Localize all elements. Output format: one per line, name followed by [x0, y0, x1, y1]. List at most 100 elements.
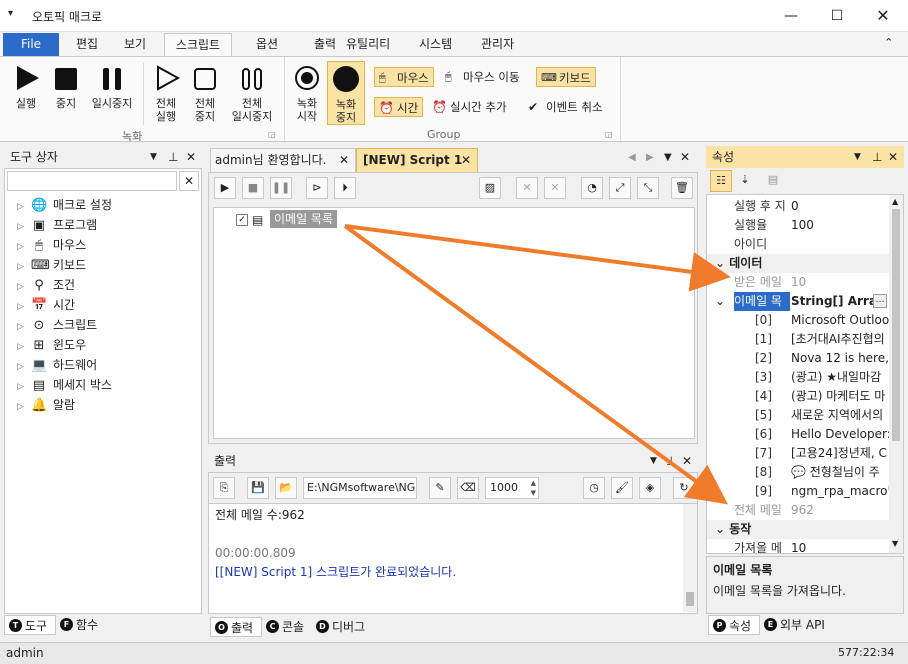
run-button[interactable]: 실행 — [8, 61, 44, 125]
save-icon[interactable]: 💾 — [247, 477, 269, 499]
email-item[interactable]: [9] ngm_rpa_macro님 — [707, 482, 891, 501]
category-data[interactable]: ⌄ 데이터 — [707, 254, 889, 273]
email-item[interactable]: [3] (광고) ★내일마감 — [707, 368, 887, 387]
clear-search-button[interactable]: ✕ — [179, 171, 199, 191]
menu-view[interactable]: 보기 — [120, 32, 150, 56]
pause-all-button[interactable]: 전체 일시중지 — [226, 61, 278, 125]
prop-row-email-list[interactable]: ⌄ 이메일 목 String[] Array … — [707, 292, 887, 311]
record-start-button[interactable]: 녹화 시작 — [289, 61, 325, 125]
tree-item-hardware[interactable]: ▷ 💻 하드웨어 — [17, 355, 97, 375]
tab-welcome[interactable]: admin님 환영합니다. ✕ — [210, 148, 356, 172]
close-panel-icon[interactable]: ✕ — [186, 146, 196, 168]
clock-icon[interactable]: ◷ — [583, 477, 605, 499]
email-item[interactable]: [0] Microsoft Outlook — [707, 311, 891, 330]
mouse-button[interactable]: 🖱 마우스 — [374, 67, 434, 87]
system-menu-icon[interactable]: ▾ — [8, 8, 13, 19]
node-checkbox[interactable]: ✓ — [236, 214, 248, 226]
paint-bucket-icon[interactable]: ◈ — [639, 477, 661, 499]
menu-utility[interactable]: 유틸리티 — [342, 32, 394, 56]
menu-options[interactable]: 옵션 — [252, 32, 282, 56]
folder-icon[interactable]: 📂 — [275, 477, 297, 499]
close-tab-icon[interactable]: ✕ — [461, 149, 471, 171]
tree-item-condition[interactable]: ▷ ⚲ 조건 — [17, 275, 75, 295]
email-item[interactable]: [7] [고용24]정년제, C — [707, 444, 887, 463]
close-panel-icon[interactable]: ✕ — [888, 146, 898, 168]
tree-item-keyboard[interactable]: ▷ ⌨ 키보드 — [17, 255, 86, 275]
menu-system[interactable]: 시스템 — [415, 32, 456, 56]
new-output-icon[interactable]: ⎘ — [213, 477, 235, 499]
collapse-ribbon-icon[interactable]: ⌃ — [884, 36, 893, 49]
stop-all-button[interactable]: 전체 중지 — [187, 61, 223, 125]
tab-properties[interactable]: P 속성 — [708, 615, 760, 635]
stop-button[interactable]: 중지 — [48, 61, 84, 125]
run-script-button[interactable]: ▶ — [214, 177, 236, 199]
menu-edit[interactable]: 편집 — [72, 32, 102, 56]
prop-row[interactable]: 실행 후 지0 — [707, 197, 887, 216]
tree-item-message-box[interactable]: ▷ ▤ 메세지 박스 — [17, 375, 112, 395]
delete-icon[interactable]: ✕ — [516, 177, 538, 199]
pin-icon[interactable]: ⊥ — [168, 146, 178, 168]
sort-az-icon[interactable]: ⇣ — [734, 170, 756, 192]
tree-item-script[interactable]: ▷ ⊙ 스크립트 — [17, 315, 97, 335]
email-item[interactable]: [1] [초거대AI추진협의 — [707, 330, 887, 349]
ellipsis-button[interactable]: … — [873, 294, 887, 308]
line-count-stepper[interactable]: 1000 ▲ ▼ — [485, 477, 539, 499]
tab-console[interactable]: C 콘솔 — [262, 617, 312, 637]
pin-icon[interactable]: ⊥ — [666, 450, 676, 472]
dialog-launcher-icon[interactable]: ◲ — [605, 130, 613, 139]
toolbox-search-input[interactable] — [7, 171, 177, 191]
refresh-icon[interactable]: ↻ — [673, 477, 695, 499]
record-stop-button[interactable]: 녹화 중지 — [327, 61, 365, 125]
tab-functions[interactable]: F 함수 — [56, 615, 104, 635]
run-all-button[interactable]: 전체 실행 — [148, 61, 184, 125]
output-path-input[interactable]: E:\NGMsoftware\NG — [303, 477, 417, 499]
tab-prev-icon[interactable]: ◀ — [628, 152, 636, 163]
close-button[interactable]: ✕ — [860, 0, 906, 32]
tree-item-macro-settings[interactable]: ▷ 🌐 매크로 설정 — [17, 195, 112, 215]
tab-next-icon[interactable]: ▶ — [646, 152, 654, 163]
step-run-button[interactable]: ⊳ — [306, 177, 328, 199]
menu-script[interactable]: 스크립트 — [164, 33, 232, 57]
expand-icon[interactable]: ⤢ — [609, 177, 631, 199]
brush-icon[interactable]: 🖌 — [611, 477, 633, 499]
prop-row-total[interactable]: 전체 메일 962 — [707, 501, 887, 520]
email-item[interactable]: [8] 💬 전형철님이 주 — [707, 463, 887, 482]
tab-external-api[interactable]: E 외부 API — [760, 615, 832, 635]
email-item[interactable]: [6]Hello Developer: 2 — [707, 425, 891, 444]
prop-row-received[interactable]: 받은 메일 10 — [707, 273, 887, 292]
step-next-button[interactable]: ⏵ — [334, 177, 356, 199]
categorized-icon[interactable]: ☷ — [710, 170, 732, 192]
realtime-add-button[interactable]: ⏰ 실시간 추가 — [428, 97, 511, 117]
close-panel-icon[interactable]: ✕ — [680, 150, 690, 164]
tree-item-mouse[interactable]: ▷ 🖱 마우스 — [17, 235, 86, 255]
tree-item-program[interactable]: ▷ ▣ 프로그램 — [17, 215, 97, 235]
category-action[interactable]: ⌄ 동작 — [707, 520, 889, 539]
script-canvas[interactable]: ✓ ▤ 이메일 목록 — [213, 207, 695, 439]
keyboard-button[interactable]: ⌨ 키보드 — [536, 67, 596, 87]
property-scrollbar[interactable]: ▲ ▼ — [889, 195, 903, 553]
event-cancel-button[interactable]: ✔ 이벤트 취소 — [524, 97, 607, 117]
scrollbar-thumb[interactable] — [892, 209, 900, 441]
tab-output[interactable]: O 출력 — [210, 617, 262, 637]
mouse-move-button[interactable]: 🖱 마우스 이동 — [441, 67, 524, 87]
close-panel-icon[interactable]: ✕ — [682, 450, 692, 472]
maximize-button[interactable]: ☐ — [814, 0, 860, 32]
tab-debug[interactable]: D 디버그 — [312, 617, 370, 637]
email-item[interactable]: [5] 새로운 지역에서의 — [707, 406, 887, 425]
tab-script-1[interactable]: [NEW] Script 1 ✕ — [356, 148, 478, 172]
script-node-email-list[interactable]: 이메일 목록 — [270, 210, 338, 228]
timer-icon[interactable]: ◔ — [581, 177, 603, 199]
menu-file[interactable]: File — [3, 33, 59, 56]
dropdown-icon[interactable]: ▼ — [150, 146, 157, 168]
menu-output[interactable]: 출력 — [310, 32, 340, 56]
stop-script-button[interactable]: ■ — [242, 177, 264, 199]
pause-button[interactable]: 일시중지 — [86, 61, 138, 125]
close-tab-icon[interactable]: ✕ — [339, 149, 349, 171]
property-pages-icon[interactable]: ▤ — [762, 170, 784, 192]
tree-item-alarm[interactable]: ▷ 🔔 알람 — [17, 395, 75, 415]
trash-icon[interactable]: 🗑 — [671, 177, 693, 199]
email-item[interactable]: [2] Nova 12 is here, a — [707, 349, 891, 368]
pin-icon[interactable]: ⊥ — [872, 146, 882, 168]
email-item[interactable]: [4] (광고) 마케터도 마 — [707, 387, 887, 406]
menu-admin[interactable]: 관리자 — [477, 32, 518, 56]
